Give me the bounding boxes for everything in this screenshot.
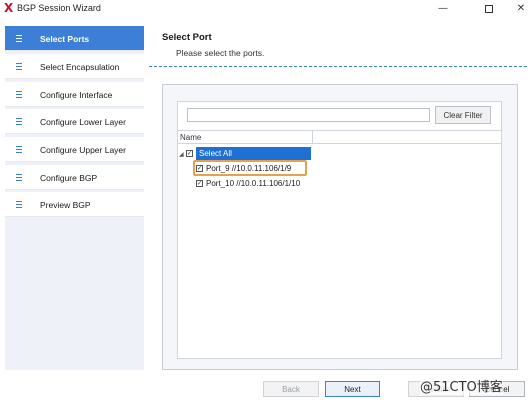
watermark: @51CTO博客 bbox=[420, 376, 503, 395]
close-icon: ✕ bbox=[516, 3, 526, 14]
filter-input[interactable] bbox=[187, 108, 430, 122]
title-bar: X BGP Session Wizard — ✕ bbox=[0, 0, 531, 17]
header-divider bbox=[149, 66, 527, 67]
list-item[interactable]: ✓ Port_10 //10.0.11.106/1/10 bbox=[196, 177, 300, 190]
sidebar-item-preview-bgp[interactable]: Preview BGP bbox=[5, 192, 144, 217]
list-item[interactable]: ✓ Port_9 //10.0.11.106/1/9 bbox=[196, 162, 291, 175]
back-button[interactable]: Back bbox=[263, 381, 319, 397]
grid-header: Name bbox=[178, 130, 501, 144]
column-header-name[interactable]: Name bbox=[180, 133, 201, 142]
list-icon bbox=[16, 118, 22, 125]
sidebar-item-configure-upper-layer[interactable]: Configure Upper Layer bbox=[5, 137, 144, 162]
next-button[interactable]: Next bbox=[325, 381, 380, 397]
port-selection-panel: Clear Filter Name ◢ ✓ Select All ✓ Port_… bbox=[162, 84, 518, 370]
sidebar-item-label: Select Encapsulation bbox=[40, 62, 120, 72]
page-title: Select Port bbox=[162, 32, 212, 43]
sidebar-item-label: Preview BGP bbox=[40, 200, 91, 210]
clear-filter-button[interactable]: Clear Filter bbox=[435, 106, 491, 124]
sidebar-item-configure-bgp[interactable]: Configure BGP bbox=[5, 165, 144, 190]
select-all-checkbox[interactable]: ✓ bbox=[186, 150, 193, 157]
page-subtitle: Please select the ports. bbox=[176, 48, 265, 58]
sidebar-item-label: Select Ports bbox=[40, 34, 90, 44]
sidebar-item-label: Configure BGP bbox=[40, 173, 98, 183]
sidebar-item-configure-lower-layer[interactable]: Configure Lower Layer bbox=[5, 109, 144, 134]
maximize-icon bbox=[485, 4, 493, 13]
sidebar-item-configure-interface[interactable]: Configure Interface bbox=[5, 82, 144, 107]
list-icon bbox=[16, 146, 22, 153]
list-icon bbox=[16, 174, 22, 181]
port-checkbox[interactable]: ✓ bbox=[196, 165, 203, 172]
column-divider[interactable] bbox=[312, 131, 313, 144]
window-title: BGP Session Wizard bbox=[17, 3, 101, 13]
select-all-label[interactable]: Select All bbox=[196, 147, 311, 160]
minimize-button[interactable]: — bbox=[427, 0, 459, 17]
main-content: Select Port Please select the ports. Cle… bbox=[149, 26, 527, 370]
select-all-row[interactable]: ✓ Select All bbox=[186, 147, 313, 160]
list-icon bbox=[16, 63, 22, 70]
minimize-icon: — bbox=[438, 3, 448, 14]
tree-expander-icon[interactable]: ◢ bbox=[179, 151, 184, 158]
list-icon bbox=[16, 201, 22, 208]
sidebar-item-label: Configure Interface bbox=[40, 90, 113, 100]
list-icon bbox=[16, 35, 22, 42]
port-label: Port_10 //10.0.11.106/1/10 bbox=[206, 179, 301, 188]
maximize-button[interactable] bbox=[473, 0, 505, 17]
close-button[interactable]: ✕ bbox=[505, 0, 531, 17]
wizard-steps-sidebar: Select Ports Select Encapsulation Config… bbox=[5, 26, 144, 370]
app-logo-icon: X bbox=[4, 1, 14, 15]
sidebar-item-label: Configure Lower Layer bbox=[40, 117, 126, 127]
sidebar-item-select-ports[interactable]: Select Ports bbox=[5, 26, 144, 51]
list-icon bbox=[16, 91, 22, 98]
sidebar-item-select-encapsulation[interactable]: Select Encapsulation bbox=[5, 54, 144, 79]
port-checkbox[interactable]: ✓ bbox=[196, 180, 203, 187]
port-label: Port_9 //10.0.11.106/1/9 bbox=[206, 164, 292, 173]
sidebar-item-label: Configure Upper Layer bbox=[40, 145, 126, 155]
port-grid-container: Clear Filter Name ◢ ✓ Select All ✓ Port_… bbox=[177, 101, 502, 359]
